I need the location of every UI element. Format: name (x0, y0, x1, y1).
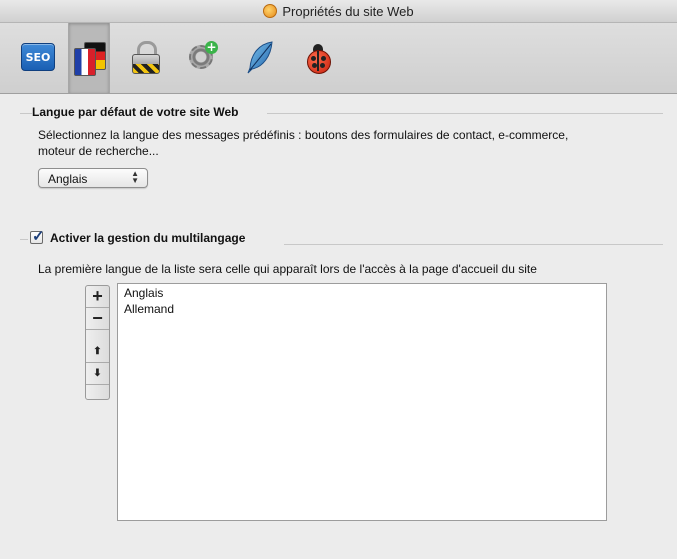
plus-icon: + (92, 286, 103, 306)
toolbar-design-button[interactable] (240, 28, 280, 86)
toolbar-security-button[interactable] (125, 28, 165, 86)
default-language-select[interactable]: Anglais ▲ ▼ (38, 168, 148, 188)
section-divider (284, 244, 663, 245)
window-title: Propriétés du site Web (282, 3, 414, 19)
toolbar: SEO + (0, 23, 677, 94)
feather-icon (247, 41, 273, 74)
multilanguage-checkbox-label[interactable]: Activer la gestion du multilangage (50, 231, 245, 245)
toolbar-settings-button[interactable]: + (182, 28, 222, 86)
section-divider (20, 113, 32, 114)
up-down-arrows-icon: ▲ ▼ (131, 169, 139, 185)
default-language-description-line1: Sélectionnez la langue des messages préd… (38, 128, 569, 142)
checkmark-icon: ✓ (32, 228, 45, 245)
default-language-description-line2: moteur de recherche... (38, 144, 159, 158)
default-language-heading: Langue par défaut de votre site Web (32, 105, 239, 119)
language-list-controls: + − ⬆ ⬇ (85, 285, 110, 400)
list-item[interactable]: Anglais (124, 286, 163, 300)
arrow-up-icon: ⬆ (93, 346, 102, 357)
list-item[interactable]: Allemand (124, 302, 174, 316)
multilanguage-description: La première langue de la liste sera cell… (38, 262, 537, 276)
move-down-button[interactable]: ⬇ (86, 363, 109, 385)
language-flags-icon (72, 41, 106, 76)
app-icon (263, 4, 278, 18)
minus-icon: − (92, 308, 103, 328)
move-up-button[interactable]: ⬆ (86, 341, 109, 363)
seo-icon: SEO (21, 43, 55, 71)
section-divider (20, 239, 28, 240)
lock-icon (130, 41, 160, 74)
toolbar-seo-button[interactable]: SEO (18, 28, 58, 86)
toolbar-debug-button[interactable] (298, 28, 338, 86)
gear-plus-icon: + (186, 41, 218, 73)
section-divider (267, 113, 663, 114)
default-language-value: Anglais (48, 172, 88, 186)
multilanguage-checkbox[interactable]: ✓ (30, 228, 45, 245)
ladybug-icon (303, 41, 333, 74)
language-list[interactable]: Anglais Allemand (117, 283, 607, 521)
toolbar-language-button[interactable] (68, 23, 110, 93)
window-title-bar: Propriétés du site Web (0, 0, 677, 23)
add-language-button[interactable]: + (86, 286, 109, 308)
remove-language-button[interactable]: − (86, 308, 109, 330)
arrow-down-icon: ⬇ (93, 368, 102, 379)
